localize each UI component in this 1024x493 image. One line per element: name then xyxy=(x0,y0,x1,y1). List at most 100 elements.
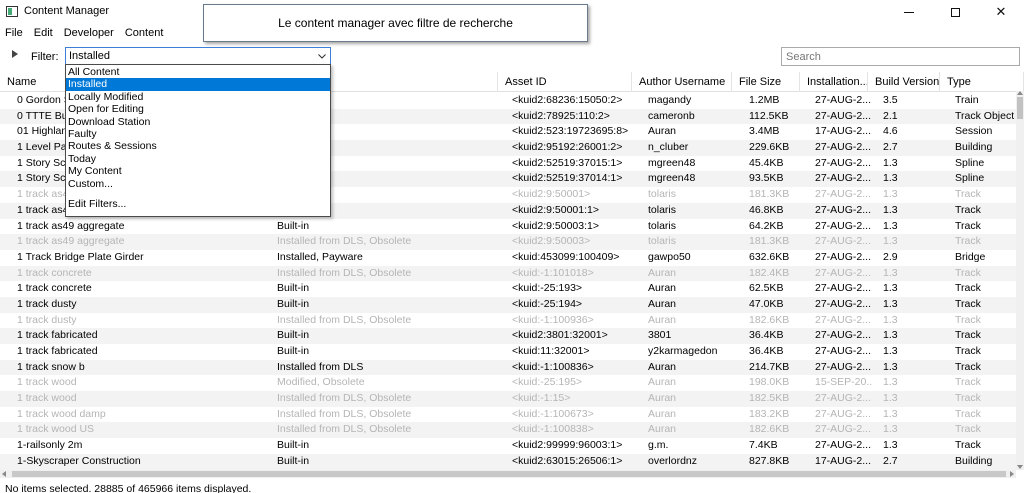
scroll-left-icon[interactable] xyxy=(2,471,6,477)
search-input[interactable] xyxy=(781,47,1020,66)
filter-dropdown-list: All Content Installed Locally Modified Open… xyxy=(65,64,331,217)
type-cell: Train xyxy=(955,94,979,106)
vertical-scrollbar[interactable] xyxy=(1016,91,1024,470)
table-row[interactable]: 1 track dusty Installed from DLS, Obsolet… xyxy=(0,313,1016,329)
filter-option[interactable]: Locally Modified xyxy=(66,91,330,103)
table-row[interactable]: 1 track snow b Installed from DLS <kuid:-1… xyxy=(0,359,1016,376)
filter-option[interactable]: Today xyxy=(66,153,330,165)
menu-content[interactable]: Content xyxy=(120,25,170,41)
column-header-file-size[interactable]: File Size xyxy=(732,72,800,92)
build-version-cell: 1.3 xyxy=(883,172,898,185)
menu-edit[interactable]: Edit xyxy=(29,25,59,41)
table-row[interactable]: 1-railsonly 2m Built-in <kuid2:99999:96003… xyxy=(0,438,1016,454)
filter-option[interactable]: My Content xyxy=(66,165,330,177)
horizontal-scroll-thumb[interactable] xyxy=(12,471,1006,477)
scroll-thumb[interactable] xyxy=(1017,97,1023,119)
build-version-cell: 1.3 xyxy=(883,360,898,373)
asset-id-cell: <kuid:11:32001> xyxy=(512,345,590,357)
build-version-cell: 2.7 xyxy=(883,141,898,154)
dropdown-separator xyxy=(66,190,330,198)
filter-option[interactable]: Installed xyxy=(66,78,330,91)
filter-option[interactable]: Faulty xyxy=(66,128,330,140)
expand-filter-icon[interactable] xyxy=(12,50,18,58)
filter-option[interactable]: Routes & Sessions xyxy=(66,140,330,152)
filter-option[interactable]: Edit Filters... xyxy=(66,198,330,210)
author-cell: Auran xyxy=(648,360,677,373)
column-header-type[interactable]: Type xyxy=(940,72,1024,92)
author-cell: Auran xyxy=(648,297,677,310)
scroll-up-icon[interactable] xyxy=(1017,91,1023,95)
file-size-cell: 198.0KB xyxy=(749,376,790,389)
table-row[interactable]: 1 Track Bridge Plate Girder Installed, Pa… xyxy=(0,250,1016,266)
installation-date-cell: 27-AUG-2... xyxy=(815,94,872,106)
installation-date-cell: 27-AUG-2... xyxy=(815,266,872,279)
table-row[interactable]: 1 track wood US Installed from DLS, Obsol… xyxy=(0,422,1016,439)
build-version-cell: 1.3 xyxy=(883,219,898,232)
asset-id-cell: <kuid2:3801:32001> xyxy=(512,329,608,342)
table-row[interactable]: 1 track wood Modified, Obsolete <kuid:-25:… xyxy=(0,375,1016,391)
name-cell: 1 track concrete xyxy=(17,282,92,295)
table-row[interactable]: 1 track fabricated Built-in <kuid:11:32001… xyxy=(0,344,1016,360)
filter-option[interactable]: Open for Editing xyxy=(66,103,330,115)
asset-id-cell: <kuid2:52519:37014:1> xyxy=(512,172,623,185)
table-row[interactable]: 1 track dusty Built-in <kuid:-25:194> Auran… xyxy=(0,296,1016,313)
author-cell: n_cluber xyxy=(648,141,689,154)
maximize-button[interactable] xyxy=(932,0,978,24)
type-cell: Bridge xyxy=(955,250,986,263)
type-cell: Spline xyxy=(955,156,985,169)
scroll-right-icon[interactable] xyxy=(1010,471,1014,477)
table-row[interactable]: 1-Skyscraper Construction Built-in <kuid2:… xyxy=(0,453,1016,470)
table-row[interactable]: 1 track wood damp Installed from DLS, Obs… xyxy=(0,407,1016,423)
table-row[interactable]: 1 track wood Installed from DLS, Obsolete… xyxy=(0,391,1016,407)
menu-file[interactable]: File xyxy=(0,25,29,41)
installation-date-cell: 27-AUG-2... xyxy=(815,219,872,232)
status-cell: Built-in xyxy=(277,297,310,310)
filter-option[interactable]: Custom... xyxy=(66,178,330,190)
filter-label: Filter: xyxy=(31,51,59,63)
annotation-text: Le content manager avec filtre de recher… xyxy=(278,16,513,30)
column-header-build-version[interactable]: Build Version xyxy=(868,72,940,92)
horizontal-scrollbar[interactable] xyxy=(0,470,1016,478)
column-header-asset-id[interactable]: Asset ID xyxy=(498,72,632,92)
file-size-cell: 182.4KB xyxy=(749,266,790,279)
type-cell: Track xyxy=(955,235,981,248)
app-icon xyxy=(6,6,18,17)
asset-id-cell: <kuid:-1:100936> xyxy=(512,313,594,326)
table-row[interactable]: 1 track concrete Built-in <kuid:-25:193> Au… xyxy=(0,281,1016,297)
filter-option[interactable]: All Content xyxy=(66,66,330,78)
installation-date-cell: 17-AUG-2... xyxy=(815,454,872,467)
file-size-cell: 183.2KB xyxy=(749,407,790,420)
type-cell: Track xyxy=(955,423,981,436)
menu-developer[interactable]: Developer xyxy=(59,25,120,41)
author-cell: Auran xyxy=(648,282,677,295)
close-button[interactable]: ✕ xyxy=(978,0,1024,24)
status-cell: Built-in xyxy=(277,454,310,467)
table-row[interactable]: 1 track as49 aggregate Installed from DLS… xyxy=(0,234,1016,250)
asset-id-cell: <kuid:453099:100409> xyxy=(512,250,620,263)
table-row[interactable]: 1 track as49 aggregate Built-in <kuid2:9:5… xyxy=(0,219,1016,235)
type-cell: Track xyxy=(955,329,981,342)
name-cell: 1 track as49 aggregate xyxy=(17,219,125,232)
asset-id-cell: <kuid2:99999:96003:1> xyxy=(512,439,623,452)
scroll-down-icon[interactable] xyxy=(1017,465,1023,469)
minimize-button[interactable] xyxy=(886,0,932,24)
installation-date-cell: 27-AUG-2... xyxy=(815,360,872,373)
chevron-down-icon xyxy=(318,54,326,59)
file-size-cell: 182.6KB xyxy=(749,423,790,436)
installation-date-cell: 15-SEP-20... xyxy=(815,376,873,389)
column-header-installation[interactable]: Installation... xyxy=(800,72,868,92)
author-cell: mgreen48 xyxy=(648,156,696,169)
table-row[interactable]: 1 track fabricated Built-in <kuid2:3801:32… xyxy=(0,328,1016,344)
asset-id-cell: <kuid2:78925:110:2> xyxy=(512,109,610,122)
author-cell: Auran xyxy=(648,392,677,405)
type-cell: Track xyxy=(955,188,981,201)
filter-option[interactable]: Download Station xyxy=(66,116,330,128)
column-header-author[interactable]: Author Username xyxy=(632,72,732,92)
type-cell: Track xyxy=(955,313,981,326)
type-cell: Track xyxy=(955,297,981,310)
type-cell: Track xyxy=(955,439,981,452)
author-cell: cameronb xyxy=(648,109,695,122)
table-row[interactable]: 1 track concrete Installed from DLS, Obso… xyxy=(0,265,1016,282)
maximize-icon xyxy=(950,7,960,17)
status-cell: Built-in xyxy=(277,282,310,295)
